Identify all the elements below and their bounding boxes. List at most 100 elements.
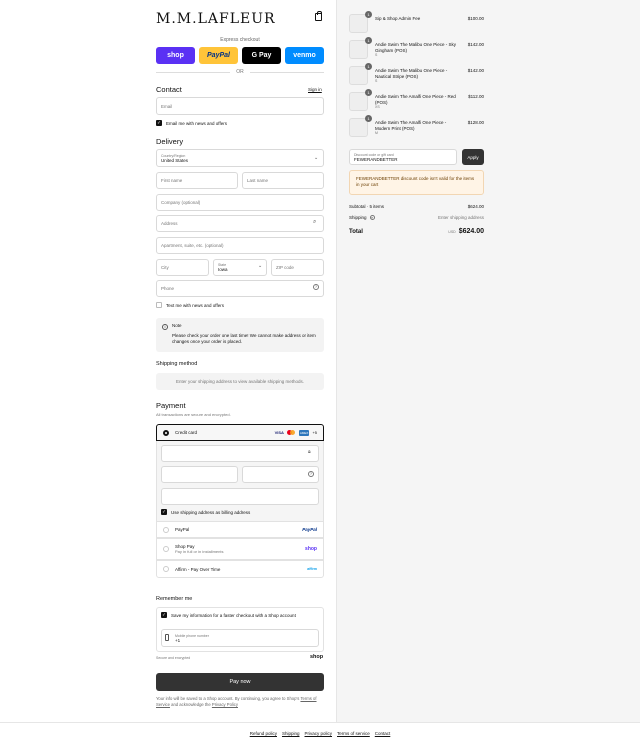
- country-value: United States: [161, 157, 189, 163]
- refund-policy-link[interactable]: Refund policy: [250, 731, 277, 736]
- item-price: $128.00: [467, 120, 484, 125]
- item-variant: XS: [375, 105, 380, 109]
- city-field[interactable]: City: [156, 259, 209, 276]
- subtotal-value: $624.00: [467, 204, 484, 209]
- legal-and: and acknowledge the: [171, 702, 211, 707]
- state-value: Iowa: [218, 267, 228, 272]
- mobile-phone-field[interactable]: Mobile phone number +1: [161, 629, 319, 647]
- address-field[interactable]: Address: [156, 215, 324, 232]
- text-news-label: Text me with news and offers: [166, 302, 224, 308]
- item-name: Andie Swim The Amalfi One Piece - Red (P…: [375, 94, 456, 105]
- phone-field[interactable]: Phone: [156, 280, 324, 297]
- email-news-checkbox[interactable]: ✓: [156, 120, 162, 126]
- shop-pay-radio[interactable]: [163, 546, 169, 552]
- text-news-row[interactable]: Text me with news and offers: [156, 302, 224, 308]
- shop-logo-icon: shop: [310, 654, 324, 660]
- apartment-field[interactable]: Apartment, suite, etc. (optional): [156, 237, 324, 254]
- paypal-option[interactable]: PayPal PayPal: [156, 521, 324, 538]
- help-icon[interactable]: ?: [308, 471, 314, 477]
- expiration-date-field[interactable]: [161, 466, 238, 483]
- credit-card-option[interactable]: Credit card VISA AMEX +5: [156, 424, 324, 441]
- item-name: Andie Swim The Malibu One Piece - Sky Gi…: [375, 42, 456, 53]
- item-variant: M: [375, 131, 378, 135]
- lock-icon: 🔒︎: [308, 449, 311, 455]
- affirm-option[interactable]: Affirm - Pay Over Time affirm: [156, 560, 324, 578]
- help-icon[interactable]: ?: [369, 215, 375, 220]
- discount-code-field[interactable]: Discount code or gift card FEWERANDBETTE…: [349, 149, 457, 165]
- item-price: $100.00: [467, 16, 484, 21]
- shipping-method-placeholder: Enter your shipping address to view avai…: [156, 373, 324, 390]
- country-select[interactable]: Country/Region United States: [156, 149, 324, 167]
- item-info: Andie Swim The Amalfi One Piece - Red (P…: [375, 94, 457, 109]
- paypal-button[interactable]: PayPal: [199, 47, 238, 64]
- chevron-down-icon: ⌄: [258, 263, 263, 269]
- company-field[interactable]: Company (optional): [156, 194, 324, 211]
- billing-same-row[interactable]: ✓ Use shipping address as billing addres…: [161, 509, 250, 515]
- footer-links: Refund policy Shipping Privacy policy Te…: [0, 722, 640, 743]
- billing-same-label: Use shipping address as billing address: [171, 509, 251, 515]
- paypal-radio[interactable]: [163, 526, 169, 533]
- order-item: 1 Sip & Shop Admin Fee $100.00: [349, 11, 484, 36]
- sign-in-link[interactable]: Sign in: [308, 87, 322, 92]
- first-name-field[interactable]: First name: [156, 172, 238, 189]
- affirm-radio[interactable]: [163, 566, 169, 572]
- card-number-field[interactable]: [161, 445, 319, 462]
- zip-code-field[interactable]: ZIP code: [271, 259, 324, 276]
- total-label: Total: [349, 229, 363, 235]
- payment-subtitle: All transactions are secure and encrypte…: [156, 412, 231, 417]
- visa-icon: VISA: [274, 430, 284, 435]
- quantity-badge: 1: [365, 89, 372, 96]
- payment-heading: Payment: [156, 401, 186, 410]
- venmo-button[interactable]: venmo: [285, 47, 324, 64]
- pay-now-button[interactable]: Pay now: [156, 673, 324, 691]
- item-variant: S: [375, 53, 378, 57]
- item-name: Andie Swim The Amalfi One Piece - Modern…: [375, 120, 447, 131]
- google-pay-button[interactable]: G Pay: [242, 47, 281, 64]
- paypal-logo-icon: PayPal: [302, 527, 317, 532]
- save-info-row[interactable]: ✓ Save my information for a faster check…: [161, 612, 296, 618]
- discount-error-message: FEWERANDBETTER discount code isn't valid…: [349, 170, 484, 195]
- shop-pay-button[interactable]: shop: [156, 47, 195, 64]
- text-news-checkbox[interactable]: [156, 302, 162, 308]
- shipping-link[interactable]: Shipping: [282, 731, 300, 736]
- email-field[interactable]: Email: [156, 97, 324, 115]
- quantity-badge: 1: [365, 11, 372, 18]
- currency-label: USD: [448, 230, 456, 234]
- order-note-box: i Note Please check your order one last …: [156, 318, 324, 352]
- item-price: $142.00: [467, 68, 484, 73]
- note-body: Please check your order one last time! W…: [172, 333, 316, 344]
- email-news-row[interactable]: ✓ Email me with news and offers: [156, 120, 227, 126]
- shipping-row: Shipping ?: [349, 215, 375, 220]
- shop-pay-option[interactable]: Shop Pay Pay in full or in installments …: [156, 538, 324, 560]
- terms-of-service-link[interactable]: Terms of service: [337, 731, 370, 736]
- info-icon: i: [162, 324, 168, 330]
- quantity-badge: 1: [365, 37, 372, 44]
- email-news-label: Email me with news and offers: [166, 120, 227, 126]
- item-price: $112.00: [468, 94, 484, 99]
- brand-logo[interactable]: M.M.LAFLEUR: [156, 11, 276, 27]
- apply-button[interactable]: Apply: [462, 149, 484, 165]
- affirm-label: Affirm - Pay Over Time: [175, 566, 221, 572]
- privacy-link[interactable]: Privacy Policy: [212, 702, 238, 707]
- amex-icon: AMEX: [298, 429, 310, 436]
- item-info: Andie Swim The Amalfi One Piece - Modern…: [375, 120, 457, 135]
- credit-card-radio[interactable]: [163, 429, 169, 436]
- shopping-bag-icon[interactable]: [315, 11, 322, 21]
- discount-code-value: FEWERANDBETTER: [354, 156, 398, 162]
- last-name-field[interactable]: Last name: [242, 172, 324, 189]
- paypal-label: PayPal: [175, 527, 190, 532]
- delivery-heading: Delivery: [156, 137, 184, 146]
- shop-logo-icon: shop: [305, 546, 317, 552]
- save-info-checkbox[interactable]: ✓: [161, 612, 167, 618]
- name-on-card-field[interactable]: [161, 488, 319, 505]
- shipping-value: Enter shipping address: [437, 215, 484, 220]
- contact-link[interactable]: Contact: [375, 731, 391, 736]
- shop-pay-subtitle: Pay in full or in installments: [175, 549, 224, 554]
- quantity-badge: 1: [365, 63, 372, 70]
- subtotal-label: Subtotal · 5 items: [349, 204, 385, 209]
- chevron-down-icon: ⌄: [314, 155, 319, 161]
- help-icon[interactable]: ?: [313, 284, 319, 290]
- privacy-policy-link[interactable]: Privacy policy: [305, 731, 333, 736]
- mobile-phone-value: +1: [175, 637, 181, 643]
- billing-same-checkbox[interactable]: ✓: [161, 509, 167, 515]
